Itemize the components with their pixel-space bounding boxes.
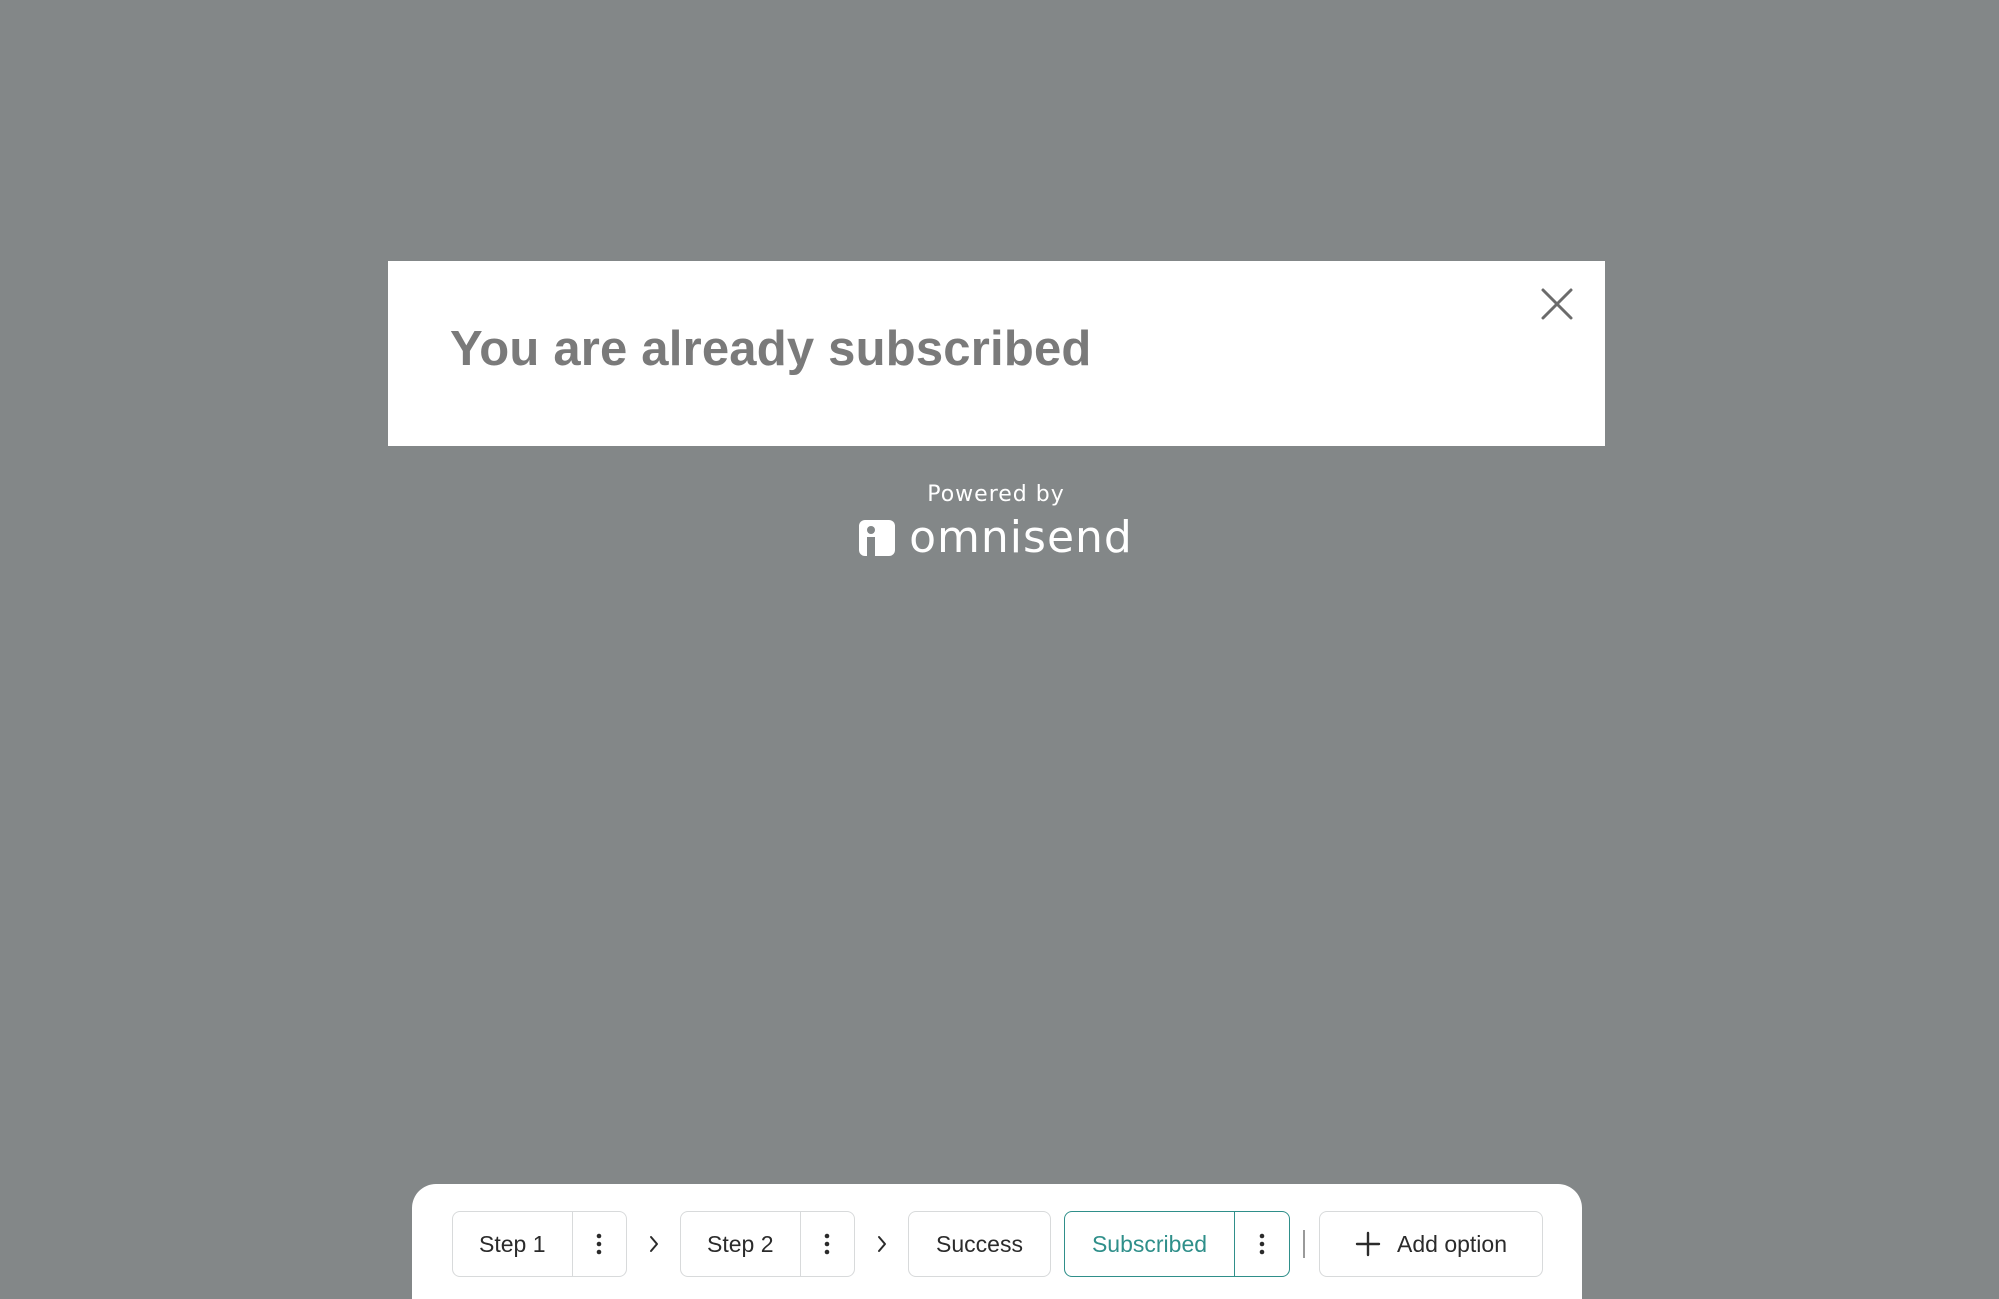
close-icon (1541, 288, 1573, 320)
step-chip-step-2: Step 2 (680, 1211, 855, 1277)
powered-by-branding[interactable]: Powered by omnisend (800, 480, 1192, 562)
chevron-right-icon (644, 1229, 664, 1259)
step-2-menu-button[interactable] (799, 1212, 855, 1276)
subscribed-menu-button[interactable] (1234, 1212, 1289, 1276)
brand-name: omnisend (909, 512, 1133, 563)
popup-title: You are already subscribed (450, 322, 1092, 376)
step-chip-step-1: Step 1 (452, 1211, 627, 1277)
omnisend-logo-icon (859, 520, 896, 556)
vertical-dots-icon (596, 1233, 602, 1255)
step-toolbar: Step 1 Step 2 Success Subscribed Add opt… (412, 1184, 1582, 1299)
step-1-button[interactable]: Step 1 (453, 1212, 572, 1276)
plus-icon (1355, 1231, 1381, 1257)
step-chip-subscribed: Subscribed (1064, 1211, 1290, 1277)
step-1-menu-button[interactable] (571, 1212, 627, 1276)
vertical-dots-icon (1259, 1233, 1265, 1255)
close-button[interactable] (1534, 281, 1580, 327)
step-chip-success: Success (908, 1211, 1051, 1277)
canvas-backdrop: You are already subscribed Powered by om… (0, 0, 1999, 1299)
vertical-dots-icon (824, 1233, 830, 1255)
chevron-right-icon (872, 1229, 892, 1259)
subscribed-button[interactable]: Subscribed (1065, 1212, 1234, 1276)
toolbar-divider (1303, 1230, 1305, 1258)
success-button[interactable]: Success (909, 1212, 1050, 1276)
add-option-label: Add option (1397, 1230, 1507, 1257)
subscribed-popup: You are already subscribed (388, 261, 1605, 446)
powered-by-label: Powered by (927, 482, 1065, 507)
brand: omnisend (800, 514, 1192, 562)
add-option-button[interactable]: Add option (1319, 1211, 1543, 1277)
step-2-button[interactable]: Step 2 (681, 1212, 800, 1276)
